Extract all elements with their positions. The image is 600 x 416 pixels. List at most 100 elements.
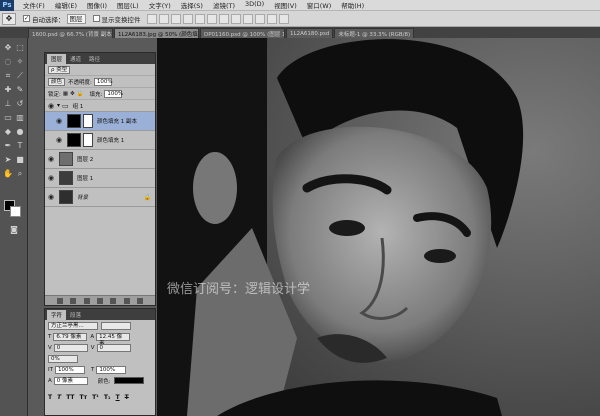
visibility-eye-icon[interactable]: ◉ xyxy=(53,117,65,125)
show-transform-checkbox[interactable] xyxy=(92,15,100,22)
align-right-icon[interactable] xyxy=(206,13,217,24)
hand-tool-icon[interactable]: ✋ xyxy=(2,168,14,180)
background-color-swatch[interactable] xyxy=(10,206,21,217)
layer-mask-thumbnail[interactable] xyxy=(83,133,93,147)
menu-item[interactable]: 滤镜(T) xyxy=(208,0,240,10)
layer-thumbnail[interactable] xyxy=(67,133,81,147)
distribute-hcenter-icon[interactable] xyxy=(266,13,277,24)
align-bottom-icon[interactable] xyxy=(170,13,181,24)
document-tab[interactable]: DP01160.psd @ 100% (图层 1 副本, RGB/8) xyxy=(200,28,285,38)
faux-italic-button[interactable]: T xyxy=(57,394,61,401)
faux-bold-button[interactable]: T xyxy=(48,394,52,401)
menu-item[interactable]: 编辑(E) xyxy=(50,0,82,10)
layer-thumbnail[interactable] xyxy=(59,171,73,185)
menu-item[interactable]: 窗口(W) xyxy=(302,0,337,10)
document-tab[interactable]: 1L2A6180.psd xyxy=(286,28,334,38)
document-tab[interactable]: 1600.psd @ 66.7% (背景 副本, RGB/8) xyxy=(28,28,113,38)
link-layers-icon[interactable] xyxy=(56,297,63,304)
eyedropper-icon[interactable]: ⟋ xyxy=(14,70,26,82)
layer-thumbnail[interactable] xyxy=(59,152,73,166)
vertical-scale-input[interactable]: 100% xyxy=(54,365,85,374)
visibility-eye-icon[interactable]: ◉ xyxy=(53,136,65,144)
menu-item[interactable]: 文字(Y) xyxy=(144,0,176,10)
strikethrough-button[interactable]: T xyxy=(125,394,129,401)
panel-tab[interactable]: 图层 xyxy=(47,54,67,64)
menu-item[interactable]: 视图(V) xyxy=(269,0,302,10)
move-tool-icon[interactable]: ✥ xyxy=(2,42,14,54)
opacity-input[interactable]: 100% xyxy=(93,77,113,86)
distribute-left-icon[interactable] xyxy=(254,13,265,24)
menu-item[interactable]: 帮助(H) xyxy=(336,0,369,10)
delete-layer-icon[interactable] xyxy=(137,297,144,304)
all-caps-button[interactable]: TT xyxy=(66,394,74,401)
distribute-vcenter-icon[interactable] xyxy=(230,13,241,24)
baseline-shift-input[interactable]: 0 像素 xyxy=(53,376,88,385)
brush-tool-icon[interactable]: ✎ xyxy=(14,84,26,96)
menu-item[interactable]: 3D(D) xyxy=(240,0,269,10)
path-select-icon[interactable]: ➤ xyxy=(2,154,14,166)
menu-item[interactable]: 文件(F) xyxy=(18,0,50,10)
distribute-bottom-icon[interactable] xyxy=(242,13,253,24)
history-brush-icon[interactable]: ↺ xyxy=(14,98,26,110)
layer-thumbnail[interactable] xyxy=(59,190,73,204)
quick-select-icon[interactable]: ✧ xyxy=(14,56,26,68)
layer-row[interactable]: ◉ 图层 1 xyxy=(45,169,155,188)
clone-stamp-icon[interactable]: ⊥ xyxy=(2,98,14,110)
healing-brush-icon[interactable]: ✚ xyxy=(2,84,14,96)
menu-item[interactable]: 图像(I) xyxy=(82,0,112,10)
align-hcenter-icon[interactable] xyxy=(194,13,205,24)
subscript-button[interactable]: T₁ xyxy=(104,394,111,401)
align-top-icon[interactable] xyxy=(146,13,157,24)
layer-row[interactable]: ◉ 图层 2 xyxy=(45,150,155,169)
lasso-tool-icon[interactable]: ◌ xyxy=(2,56,14,68)
visibility-eye-icon[interactable]: ◉ xyxy=(45,193,57,201)
panel-tab[interactable]: 字符 xyxy=(47,310,67,320)
align-left-icon[interactable] xyxy=(182,13,193,24)
crop-tool-icon[interactable]: ⌗ xyxy=(2,70,14,82)
align-vcenter-icon[interactable] xyxy=(158,13,169,24)
document-tab[interactable]: 未标题-1 @ 33.3% (RGB/8) xyxy=(334,28,415,38)
menu-item[interactable]: 图层(L) xyxy=(112,0,144,10)
visibility-eye-icon[interactable]: ◉ xyxy=(45,174,57,182)
layer-row[interactable]: ◉ 颜色填充 1 xyxy=(45,131,155,150)
group-expand-icon[interactable]: ▾ xyxy=(57,102,60,109)
panel-tab[interactable]: 路径 xyxy=(85,54,104,64)
layer-style-icon[interactable] xyxy=(70,297,77,304)
document-canvas[interactable]: 微信订阅号：逻辑设计学 xyxy=(157,38,600,416)
document-tab[interactable]: 1L2A6183.jpg @ 50% (颜色填充 1 副本, RGB/8) xyxy=(114,28,199,38)
type-tool-icon[interactable]: T xyxy=(14,140,26,152)
horizontal-scale-input[interactable]: 100% xyxy=(96,365,127,374)
visibility-eye-icon[interactable]: ◉ xyxy=(45,155,57,163)
gradient-tool-icon[interactable]: ▥ xyxy=(14,112,26,124)
auto-select-checkbox[interactable]: ✓ xyxy=(23,15,30,22)
blend-mode-dropdown[interactable]: 颜色 xyxy=(48,77,66,86)
fill-input[interactable]: 100% xyxy=(104,89,123,98)
font-size-input[interactable]: 6.79 像素 xyxy=(53,332,88,341)
zoom-tool-icon[interactable]: ⌕ xyxy=(14,168,26,180)
new-layer-icon[interactable] xyxy=(123,297,130,304)
superscript-button[interactable]: T¹ xyxy=(92,394,99,401)
eraser-icon[interactable]: ▭ xyxy=(2,112,14,124)
new-group-icon[interactable] xyxy=(110,297,117,304)
lock-position-icon[interactable]: ✥ xyxy=(70,91,75,97)
auto-select-dropdown[interactable]: 图层 xyxy=(66,13,86,24)
layer-thumbnail[interactable] xyxy=(67,114,81,128)
blur-tool-icon[interactable]: ◆ xyxy=(2,126,14,138)
group-row[interactable]: ◉ ▾ ▭ 组 1 xyxy=(45,100,155,112)
layer-mask-thumbnail[interactable] xyxy=(83,114,93,128)
move-tool-icon[interactable]: ✥ xyxy=(2,12,16,25)
font-family-dropdown[interactable]: 方正兰亭黑... xyxy=(48,321,98,330)
add-mask-icon[interactable] xyxy=(83,297,90,304)
lock-pixels-icon[interactable]: ▦ xyxy=(63,91,68,97)
lock-all-icon[interactable]: 🔒 xyxy=(77,91,84,97)
marquee-tool-icon[interactable]: ⬚ xyxy=(14,42,26,54)
quick-mask-icon[interactable]: ◙ xyxy=(8,224,20,236)
adjustment-layer-icon[interactable] xyxy=(96,297,103,304)
font-style-dropdown[interactable] xyxy=(101,321,131,330)
dodge-tool-icon[interactable]: ● xyxy=(14,126,26,138)
menu-item[interactable]: 选择(S) xyxy=(176,0,208,10)
layer-row[interactable]: ◉ 颜色填充 1 副本 xyxy=(45,112,155,131)
leading-input[interactable]: 12.45 像素 xyxy=(96,332,131,347)
layer-row[interactable]: ◉ 背景 🔒 xyxy=(45,188,155,207)
underline-button[interactable]: T xyxy=(116,394,120,401)
